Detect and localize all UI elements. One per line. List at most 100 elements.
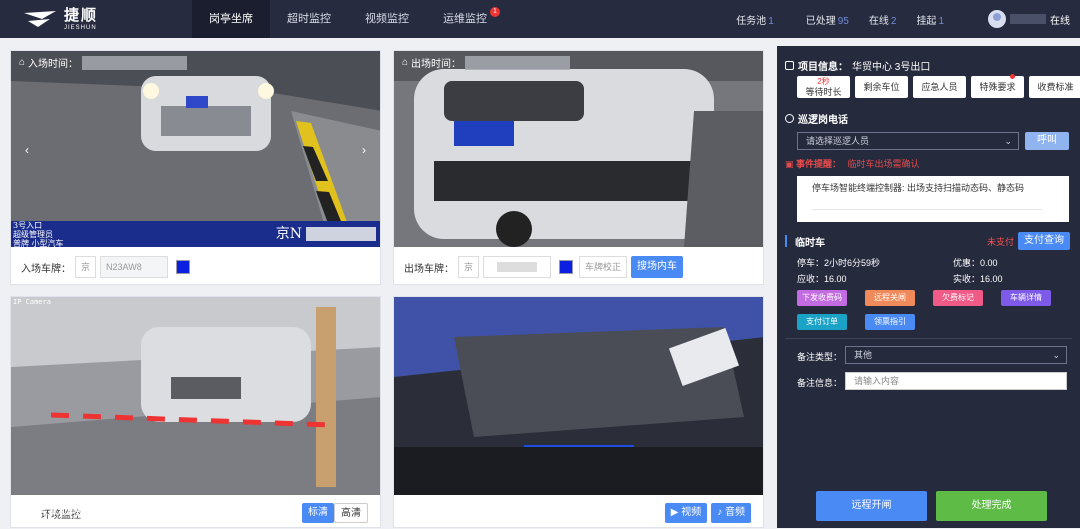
event-value: 临时车出场需确认 [847,159,920,169]
audio-button[interactable]: ♪ 音频 [711,503,751,523]
event-reminder: ▣ 事件提醒： 临时车出场需确认 [785,157,920,170]
button-label: 收费标准 [1037,82,1074,92]
remark-type-label: 备注类型： [797,352,843,362]
remote-open-gate-button[interactable]: 远程开闸 [816,491,927,521]
remote-close-button[interactable]: 远程关闸 [865,290,915,306]
audio-label: 音频 [725,507,745,518]
stat-value: 1 [938,15,944,27]
remaining-spaces-button[interactable]: 剩余车位 [855,76,908,98]
message-box: 停车场智能终端控制器: 出场支持扫描动态码、静态码 [797,176,1069,222]
discount: 优惠：0.00 [953,256,998,269]
patrol-placeholder: 请选择巡逻人员 [806,136,870,146]
online-status: 在线 [1050,15,1070,27]
exit-plate-input[interactable] [483,256,552,278]
video-icon: ▶ [670,507,682,518]
stat-online[interactable]: 在线 2 [869,12,897,27]
nav-ops-monitor[interactable]: 运维监控 1 [426,0,504,38]
nav-timeout-monitor[interactable]: 超时监控 [270,0,348,38]
event-label: 事件提醒： [796,159,842,169]
button-label: 剩余车位 [863,82,900,92]
stat-label: 在线 [868,15,889,27]
exit-camera-image [394,51,763,247]
search-inside-car-button[interactable]: 搜场内车 [631,256,684,278]
patrol-section: 巡逻岗电话 [785,111,848,126]
fee-standard-button[interactable]: 收费标准 [1029,76,1080,98]
ticket-guide-button[interactable]: 领票指引 [865,314,915,330]
process-complete-button[interactable]: 处理完成 [936,491,1047,521]
entry-plate-prefix[interactable]: 京 [75,256,97,278]
camera-icon: ⌂ [19,57,26,68]
entry-plate-row: 入场车牌： 京 N23AW8 [11,251,380,283]
cabin-camera-panel: ▶ 视频 ♪ 音频 [393,296,764,528]
nav-label: 超时监控 [287,13,331,25]
exit-panel: ⌂ 出场时间： 出场车牌： 京 车牌校正 搜场内车 [393,50,764,285]
emergency-staff-button[interactable]: 应急人员 [913,76,966,98]
patrol-label: 巡逻岗电话 [798,115,848,126]
unpaid-status: 未支付 [986,236,1014,247]
stat-value: 95 [837,15,849,27]
prev-arrow-icon[interactable]: ‹ [25,143,29,157]
exit-time: ⌂ 出场时间： [402,55,571,70]
chevron-down-icon: ⌄ [1052,350,1060,360]
cabin-camera-controls: ▶ 视频 ♪ 音频 [394,497,763,529]
entry-plate-color[interactable] [176,260,191,274]
nav-video-monitor[interactable]: 视频监控 [348,0,426,38]
exit-plate-label: 出场车牌： [404,263,454,275]
entry-time-label: 入场时间： [28,59,79,70]
nav-label: 视频监控 [365,13,409,25]
stat-value: 2 [890,15,897,27]
gate-camera-feed: IP Camera [11,297,380,495]
nav-badge: 1 [490,7,500,17]
call-button[interactable]: 呼叫 [1025,132,1069,150]
camera-icon: ⌂ [402,57,409,68]
stat-task-pool[interactable]: 任务池 1 [736,12,774,27]
button-label: 应急人员 [921,82,958,92]
temp-car-label: 临时车 [795,237,825,249]
entry-panel: ⌂ 入场时间： ‹ › 3号入口 超级管理员 普牌 小型汽车 京N 入场车牌： … [10,50,381,285]
nav-booth-seat[interactable]: 岗亭坐席 [192,0,270,38]
amount-due: 应收：16.00 [797,272,847,285]
hd-quality-button[interactable]: 高清 [334,503,368,523]
pay-order-button[interactable]: 支付订单 [797,314,847,330]
exit-plate-color[interactable] [559,260,574,274]
wait-time-button[interactable]: 2秒 等待时长 [797,76,850,98]
plate-correct-button[interactable]: 车牌校正 [579,256,628,278]
video-button[interactable]: ▶ 视频 [664,503,708,523]
patrol-select[interactable]: 请选择巡逻人员 ⌄ [797,132,1019,150]
remark-type-select[interactable]: 其他 ⌄ [845,346,1067,364]
exit-plate-row: 出场车牌： 京 车牌校正 搜场内车 [394,251,763,283]
entry-camera-feed: ⌂ 入场时间： ‹ › 3号入口 超级管理员 普牌 小型汽车 京N [11,51,380,247]
watermark: ◎ 大数跨境 [14,494,102,520]
message-divider [812,198,1042,210]
vehicle-details-button[interactable]: 车辆详情 [1001,290,1051,306]
chevron-down-icon: ⌄ [1004,136,1012,146]
sd-quality-button[interactable]: 标清 [302,503,334,523]
kv-value: 16.00 [980,274,1003,284]
home-icon [785,61,794,70]
project-label: 项目信息： [798,62,848,73]
arrears-mark-button[interactable]: 欠费标记 [933,290,983,306]
button-label: 特殊要求 [979,82,1016,92]
gate-camera-image [11,297,380,495]
remark-info-label: 备注信息： [797,378,843,388]
exit-plate-prefix[interactable]: 京 [458,256,480,278]
entry-plate-input[interactable]: N23AW8 [100,256,169,278]
remark-info-input[interactable]: 请输入内容 [845,372,1067,390]
send-fee-code-button[interactable]: 下发收费码 [797,290,847,306]
stat-processed[interactable]: 已处理 95 [806,12,849,27]
overlay-plate-prefix: 京N [275,225,302,242]
wait-time-label: 等待时长 [805,87,842,97]
project-info: 项目信息： 华贸中心 3号出口 [785,58,930,73]
overlay-plate: 京N [276,227,376,241]
kv-label: 应收： [797,274,825,284]
stat-suspended[interactable]: 挂起 1 [916,12,944,27]
special-requirements-button[interactable]: 特殊要求 [971,74,1024,98]
main-nav: 岗亭坐席 超时监控 视频监控 运维监控 1 [192,0,504,38]
next-arrow-icon[interactable]: › [362,143,366,157]
nav-label: 运维监控 [443,13,487,25]
pay-query-button[interactable]: 支付查询 [1018,232,1070,250]
user-name-redacted [1010,14,1046,24]
user-menu[interactable]: 在线 [988,10,1070,28]
info-panel: 项目信息： 华贸中心 3号出口 2秒 等待时长 剩余车位 应急人员 特殊要求 收费… [777,46,1080,528]
alert-dot [1010,74,1015,79]
